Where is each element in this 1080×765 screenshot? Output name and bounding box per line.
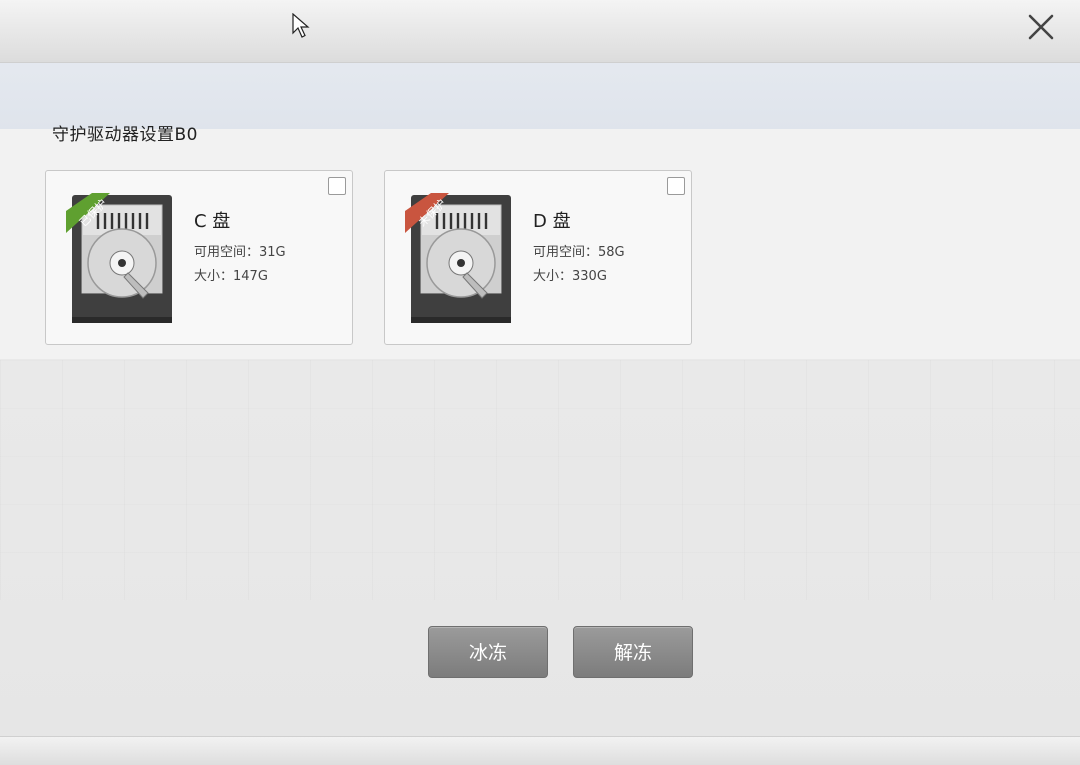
drive-free-space-d: 可用空间：58G bbox=[533, 245, 625, 260]
drive-name-d: D 盘 bbox=[533, 211, 571, 232]
section-title: 守护驱动器设置B0 bbox=[52, 125, 198, 145]
drive-name-c: C 盘 bbox=[194, 211, 231, 232]
bottom-bar bbox=[0, 736, 1080, 765]
drive-card-c[interactable]: 已保护 C 盘 可用空间：31G 大小：147G bbox=[45, 170, 353, 345]
hard-disk-icon: 未保护 bbox=[405, 193, 511, 323]
title-bar bbox=[0, 0, 1080, 63]
drive-size-d: 大小：330G bbox=[533, 269, 607, 284]
mouse-cursor-icon bbox=[292, 13, 310, 38]
freeze-button[interactable]: 冰冻 bbox=[428, 626, 548, 678]
drive-free-space-c: 可用空间：31G bbox=[194, 245, 286, 260]
close-icon[interactable] bbox=[1026, 12, 1056, 42]
drive-d-checkbox[interactable] bbox=[667, 177, 685, 195]
drive-size-c: 大小：147G bbox=[194, 269, 268, 284]
drive-card-d[interactable]: 未保护 D 盘 可用空间：58G 大小：330G bbox=[384, 170, 692, 345]
background-grid bbox=[0, 360, 1080, 600]
drive-c-checkbox[interactable] bbox=[328, 177, 346, 195]
hard-disk-icon: 已保护 bbox=[66, 193, 172, 323]
unfreeze-button[interactable]: 解冻 bbox=[573, 626, 693, 678]
